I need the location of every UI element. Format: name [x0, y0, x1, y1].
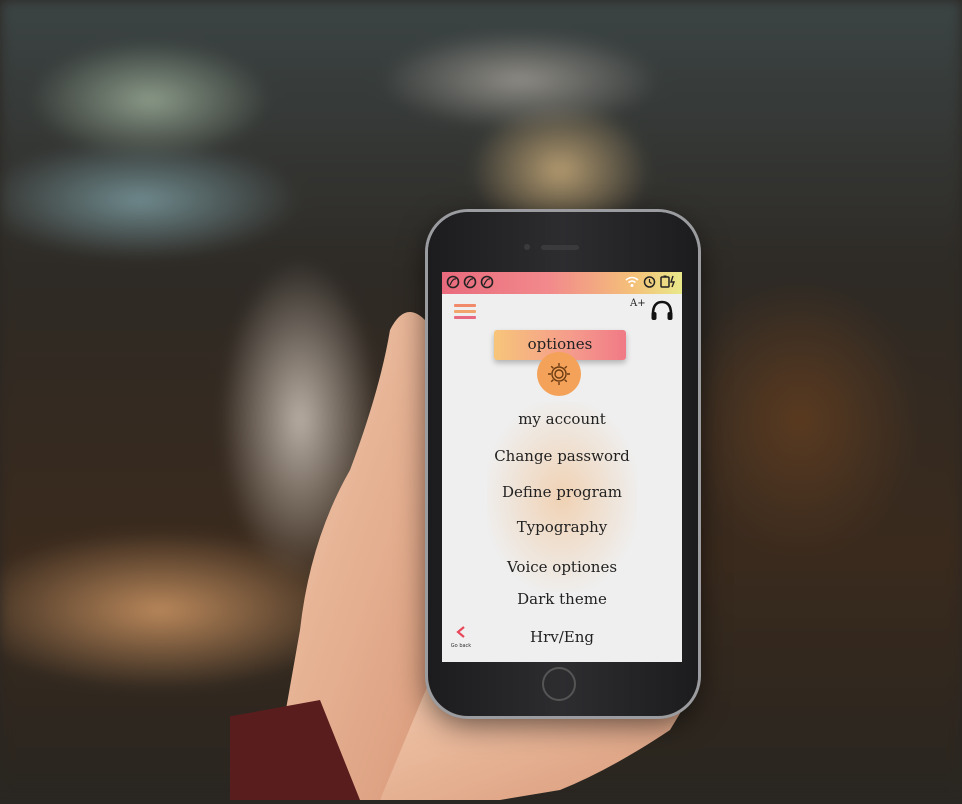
battery-charging-icon	[660, 275, 676, 288]
alarm-clock-icon	[643, 276, 656, 288]
top-bar: A+	[442, 294, 682, 334]
status-bar	[442, 272, 682, 294]
menu-line	[454, 310, 476, 313]
phone-camera	[524, 244, 530, 250]
menu-item-dark-theme[interactable]: Dark theme	[442, 590, 682, 608]
notification-icon	[463, 275, 477, 289]
menu-item-typography[interactable]: Typography	[442, 518, 682, 536]
headphones-icon[interactable]	[649, 298, 675, 324]
menu-item-language[interactable]: Hrv/Eng	[442, 628, 682, 646]
go-back-label: Go back	[450, 643, 472, 649]
notification-icon	[480, 275, 494, 289]
go-back-button[interactable]: Go back	[446, 624, 476, 649]
menu-line	[454, 316, 476, 319]
chevron-left-icon	[456, 626, 465, 638]
gear-icon	[548, 363, 570, 385]
home-button[interactable]	[542, 667, 576, 701]
menu-line	[454, 304, 476, 307]
notification-icon	[446, 275, 460, 289]
menu-item-define-program[interactable]: Define program	[442, 483, 682, 501]
font-size-increase-button[interactable]: A+	[630, 298, 646, 309]
app-screen: A+ optiones my account Change password D…	[442, 272, 682, 662]
hamburger-menu-button[interactable]	[454, 304, 476, 322]
menu-item-voice-options[interactable]: Voice optiones	[442, 558, 682, 576]
menu-item-change-password[interactable]: Change password	[442, 447, 682, 465]
menu-item-my-account[interactable]: my account	[442, 410, 682, 428]
phone-speaker	[541, 245, 579, 250]
settings-badge	[537, 352, 581, 396]
phone-device: A+ optiones my account Change password D…	[428, 212, 698, 716]
wifi-icon	[625, 276, 639, 287]
